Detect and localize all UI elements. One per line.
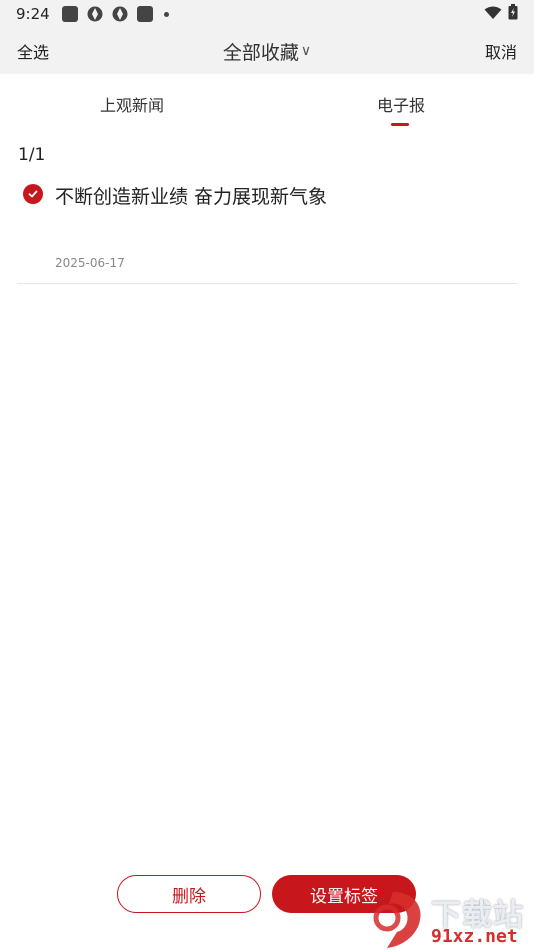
top-bar: 全选 全部收藏 ∨ 取消	[0, 28, 534, 74]
tab-bar: 上观新闻 电子报	[0, 74, 534, 130]
select-all-button[interactable]: 全选	[17, 39, 49, 63]
item-counter: 1/1	[18, 145, 46, 165]
watermark-logo: 下载站 91xz.net	[363, 888, 534, 950]
active-tab-indicator	[391, 123, 409, 126]
watermark-domain: 91xz.net	[431, 926, 518, 947]
screen: 9:24 全选 全部收藏 ∨ 取消 上观新闻 电子报 1/1 不断创造新业绩 奋…	[0, 0, 534, 950]
item-date: 2025-06-17	[55, 256, 125, 270]
status-right	[484, 4, 518, 24]
tab-shangguan-news[interactable]: 上观新闻	[100, 92, 164, 116]
app-square-icon	[61, 6, 78, 22]
status-time: 9:24	[16, 5, 50, 23]
status-bar: 9:24	[0, 0, 534, 28]
collection-filter-dropdown[interactable]: 全部收藏 ∨	[223, 38, 311, 65]
watermark-emblem-icon	[373, 892, 421, 948]
battery-icon	[508, 4, 518, 24]
item-title: 不断创造新业绩 奋力展现新气象	[55, 186, 328, 208]
page-title: 全部收藏	[222, 41, 299, 64]
checked-circle-icon[interactable]	[23, 184, 43, 204]
tab-e-newspaper[interactable]: 电子报	[377, 92, 425, 116]
delete-button[interactable]: 删除	[117, 875, 261, 913]
list-item[interactable]: 不断创造新业绩 奋力展现新气象 2025-06-17	[17, 174, 517, 284]
chevron-down-icon: ∨	[300, 43, 312, 59]
wifi-icon	[484, 5, 502, 24]
aperture-icon	[87, 6, 103, 22]
cancel-button[interactable]: 取消	[485, 39, 517, 63]
app-square-icon	[136, 6, 153, 22]
aperture-icon	[112, 6, 128, 22]
dot-icon	[163, 11, 169, 17]
